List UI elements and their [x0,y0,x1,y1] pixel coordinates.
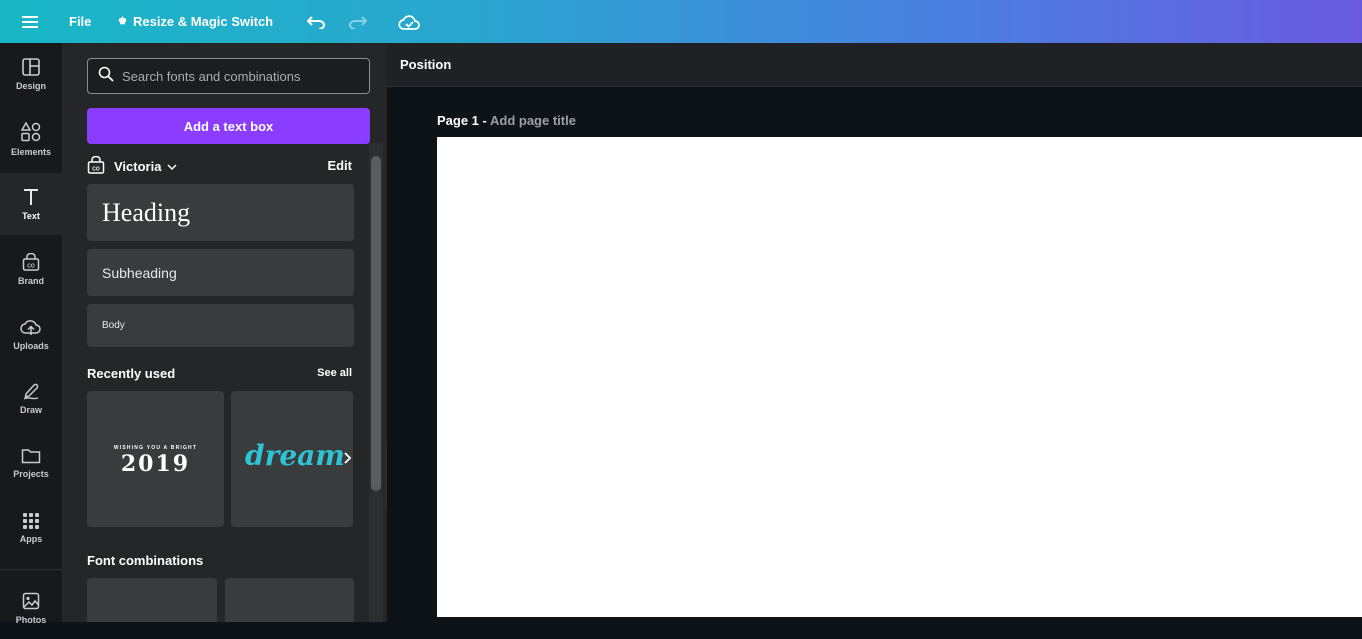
redo-button[interactable] [349,0,367,43]
chevron-right-icon[interactable] [344,451,352,469]
body-style-button[interactable]: Body [87,304,354,347]
rail-label: Text [22,210,40,221]
rail-label: Uploads [13,340,49,351]
see-all-link[interactable]: See all [317,367,352,379]
text-icon [22,188,40,211]
rail-label: Elements [10,146,52,157]
recent-font-tile-2019[interactable]: WISHING YOU A BRIGHT 2019 [87,391,224,527]
chevron-down-icon [167,159,177,174]
crown-icon: ♚ [118,16,127,27]
recent-font-tile-dream[interactable]: dream [231,391,353,527]
search-box[interactable] [87,58,370,94]
search-input[interactable] [122,68,352,84]
recently-used-title: Recently used [87,366,176,381]
font-combination-tile[interactable] [87,578,217,622]
font-combination-tile[interactable] [225,578,354,622]
brand-name: Victoria [114,158,162,174]
menu-icon[interactable] [22,0,38,43]
folder-icon [21,448,41,469]
text-panel: Add a text box CO Victoria Edit Heading … [62,43,387,622]
page-title-row: Page 1 - Add page title [437,113,576,128]
undo-icon [307,15,325,29]
rail-item-photos[interactable]: Photos [0,577,62,639]
rail-item-elements[interactable]: Elements [0,108,62,170]
rail-item-text[interactable]: Text [0,173,62,235]
rail-item-uploads[interactable]: Uploads [0,303,62,365]
canvas-area: Position Page 1 - Add page title [387,43,1362,622]
top-bar: File ♚ Resize & Magic Switch [0,0,1362,43]
subheading-style-button[interactable]: Subheading [87,249,354,296]
position-button[interactable]: Position [400,57,451,72]
subheading-label: Subheading [102,264,177,281]
design-page[interactable] [437,137,1362,617]
svg-text:CO: CO [27,263,35,269]
redo-icon [349,15,367,29]
grid-icon [23,512,39,534]
rail-item-apps[interactable]: Apps [0,497,62,559]
cloud-saved-icon [398,14,420,30]
rail-divider [0,569,62,570]
rail-label: Design [15,80,46,91]
brand-kit-selector[interactable]: Victoria [114,159,177,174]
rail-label: Photos [15,614,47,625]
heading-label: Heading [102,197,191,227]
body-label: Body [102,320,125,331]
brand-kit-row: CO Victoria Edit [87,155,352,177]
scrollbar-thumb[interactable] [371,156,381,491]
rail-label: Apps [19,533,43,544]
brand-kit-icon: CO [87,155,105,177]
page-title-input[interactable]: Add page title [490,113,576,128]
svg-text:CO: CO [92,166,100,172]
pen-icon [22,382,40,405]
rail-label: Projects [13,468,49,479]
photo-icon [22,592,40,615]
add-text-box-button[interactable]: Add a text box [87,108,370,144]
context-toolbar: Position [387,43,1362,87]
side-rail: Design Elements Text CO Brand Uploads Dr… [0,43,62,625]
file-menu-label: File [69,14,92,29]
search-icon [98,66,114,87]
rail-label: Brand [17,275,44,286]
page-label: Page 1 - [437,113,487,128]
rail-item-projects[interactable]: Projects [0,432,62,494]
rail-item-draw[interactable]: Draw [0,367,62,429]
shapes-icon [20,120,41,147]
resize-label: Resize & Magic Switch [132,14,274,29]
heading-style-button[interactable]: Heading [87,184,354,241]
brand-kit-icon: CO [22,252,40,276]
edit-brand-button[interactable]: Edit [327,158,352,173]
tile-script-text: dream [245,439,345,472]
tile-big-text: 2019 [120,451,191,477]
font-combinations-title: Font combinations [87,553,204,568]
cloud-saved-button[interactable] [398,0,420,43]
undo-button[interactable] [307,0,325,43]
layout-icon [22,57,40,81]
rail-item-brand[interactable]: CO Brand [0,238,62,300]
upload-cloud-icon [20,318,42,341]
file-menu-button[interactable]: File [69,0,91,43]
resize-button[interactable]: ♚ Resize & Magic Switch [118,0,273,43]
rail-item-design[interactable]: Design [0,43,62,105]
rail-label: Draw [19,404,42,415]
